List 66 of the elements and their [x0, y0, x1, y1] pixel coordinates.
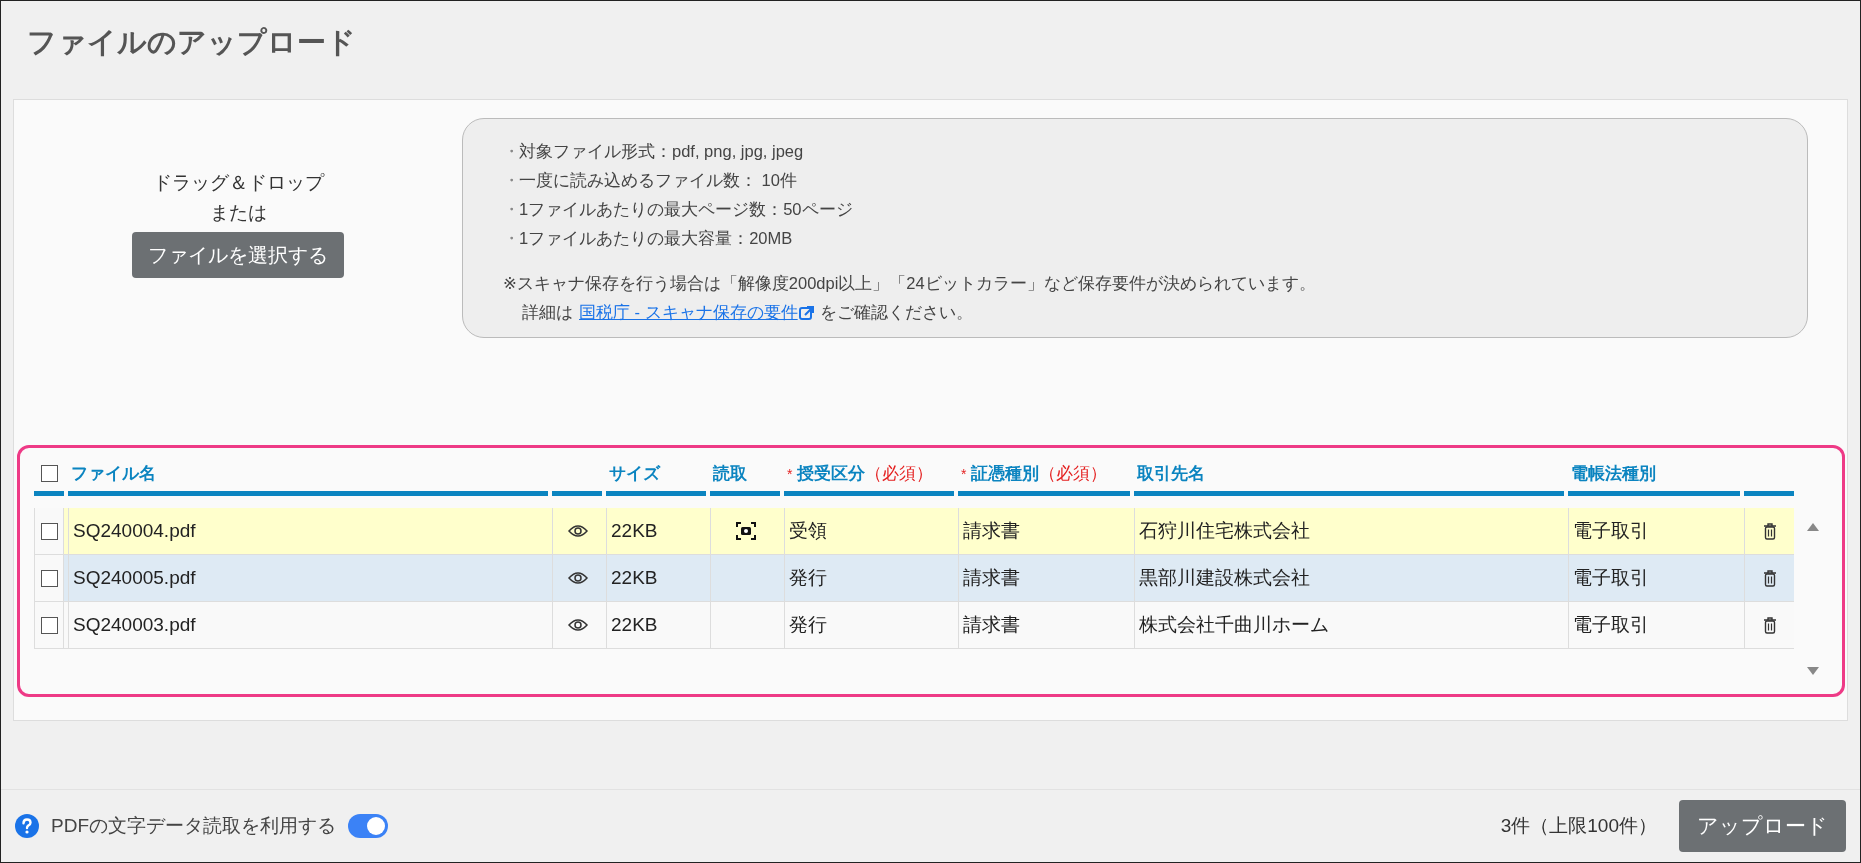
info-note: をご確認ください。 [819, 302, 973, 323]
table-cell-text: 発行 [789, 613, 827, 637]
required-note: （必須） [1039, 463, 1108, 485]
table-cell: SQ240005.pdf [73, 567, 196, 589]
table-cell: SQ240004.pdf [73, 520, 196, 542]
column-header: 証憑種別 [971, 463, 1040, 485]
info-item: 1ファイルあたりの最大容量：20MB [519, 228, 793, 249]
table-cell: 22KB [611, 614, 658, 636]
table-row[interactable]: SQ240005.pdf 22KB 発行 請求書 黒部川建設株式会社 電子取引 [34, 555, 1794, 602]
trash-icon[interactable] [1762, 569, 1777, 587]
table-cell: 22KB [611, 567, 658, 589]
drop-hint: ドラッグ＆ドロップ [152, 171, 324, 195]
scroll-down-icon[interactable] [1806, 666, 1820, 676]
column-header: 取引先名 [1137, 463, 1205, 485]
checkbox[interactable] [40, 522, 58, 540]
info-item: 一度に読み込めるファイル数： 10件 [519, 170, 797, 191]
table-cell-text: 黒部川建設株式会社 [1139, 566, 1310, 590]
table-row[interactable]: SQ240003.pdf 22KB 発行 請求書 株式会社千曲川ホーム 電子取引 [34, 602, 1794, 649]
page-title: ファイルのアップロード [26, 25, 357, 60]
table-cell-text: 請求書 [963, 613, 1020, 637]
checkbox[interactable] [40, 616, 58, 634]
table-cell-text: 受領 [789, 519, 827, 543]
info-item: 対象ファイル形式：pdf, png, jpg, jpeg [519, 141, 804, 162]
checkbox[interactable] [40, 569, 58, 587]
column-header: 読取 [713, 463, 747, 485]
info-note: ※スキャナ保存を行う場合は「解像度200dpi以上」「24ビットカラー」など保存要件が決められています。 [503, 273, 1317, 294]
bullet: ・ [503, 170, 519, 191]
requirements-link[interactable]: 国税庁 - スキャナ保存の要件 [579, 298, 798, 327]
table-cell-text: 電子取引 [1573, 613, 1649, 637]
column-header: サイズ [609, 463, 660, 485]
checkbox[interactable] [40, 465, 58, 482]
table-cell-text: 請求書 [963, 519, 1020, 543]
info-item: 1ファイルあたりの最大ページ数：50ページ [519, 199, 853, 220]
drop-hint: または [209, 201, 267, 225]
trash-icon[interactable] [1762, 522, 1777, 540]
toggle-label: PDFの文字データ読取を利用する [51, 814, 336, 838]
required-mark: * [961, 465, 967, 482]
trash-icon[interactable] [1762, 616, 1777, 634]
bullet: ・ [503, 199, 519, 220]
required-note: （必須） [865, 463, 934, 485]
table-cell-text: 請求書 [963, 566, 1020, 590]
file-count: 3件（上限100件） [1500, 814, 1657, 838]
table-cell-text: 発行 [789, 566, 827, 590]
help-icon[interactable] [15, 814, 39, 838]
table-cell-text: 株式会社千曲川ホーム [1139, 613, 1329, 637]
required-mark: * [787, 465, 793, 482]
scroll-up-icon[interactable] [1806, 522, 1820, 532]
column-header: 電帳法種別 [1571, 463, 1656, 485]
table-row[interactable]: SQ240004.pdf 22KB 受領 請求書 石狩川住宅株式会社 電子取引 [34, 508, 1794, 555]
column-header: ファイル名 [71, 463, 156, 485]
bullet: ・ [503, 141, 519, 162]
table-cell: 22KB [611, 520, 658, 542]
column-header: 授受区分 [797, 463, 866, 485]
upload-button[interactable]: アップロード [1679, 800, 1846, 852]
table-cell: SQ240003.pdf [73, 614, 196, 636]
eye-icon[interactable] [567, 618, 588, 632]
external-link-icon [798, 305, 814, 320]
select-file-button[interactable]: ファイルを選択する [132, 232, 344, 278]
eye-icon[interactable] [567, 524, 588, 538]
toggle-switch[interactable] [348, 814, 388, 838]
eye-icon[interactable] [567, 571, 588, 585]
table-cell-text: 電子取引 [1573, 566, 1649, 590]
table-cell-text: 石狩川住宅株式会社 [1139, 519, 1310, 543]
info-note: 詳細は [522, 302, 573, 323]
bullet: ・ [503, 228, 519, 249]
table-cell-text: 電子取引 [1573, 519, 1649, 543]
